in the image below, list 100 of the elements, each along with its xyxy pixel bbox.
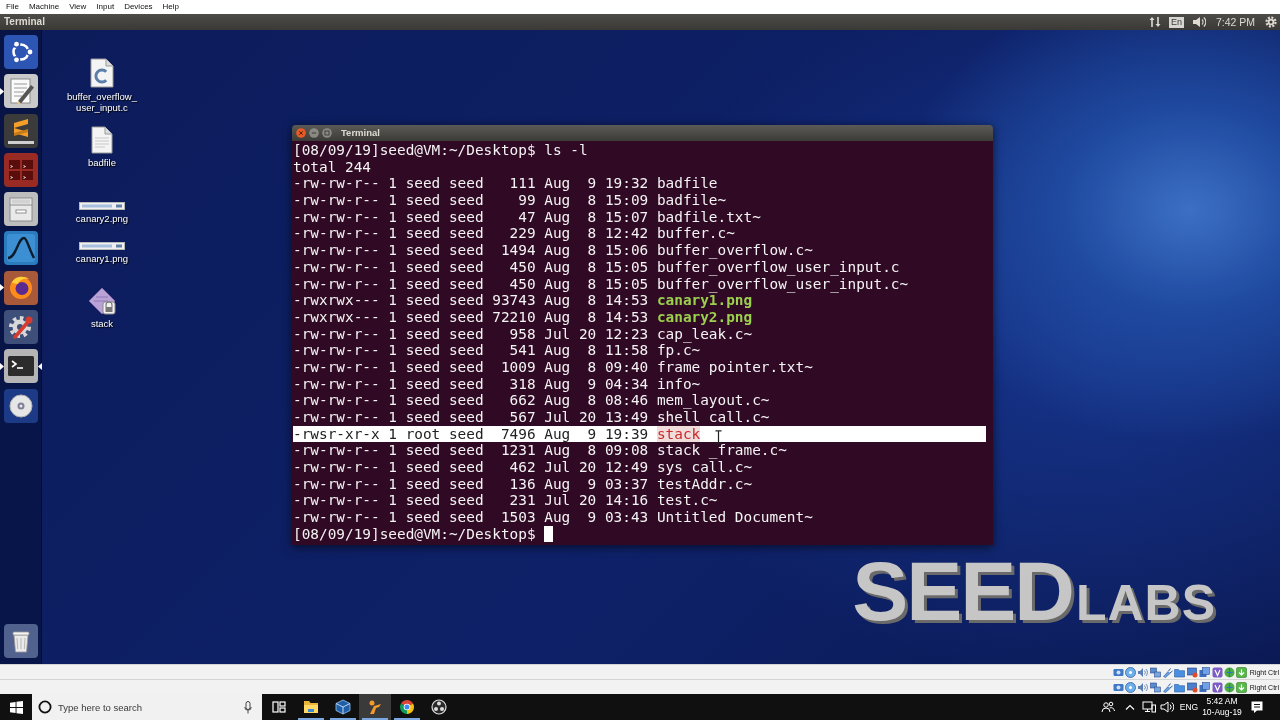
menu-item[interactable]: Help [162, 2, 180, 12]
notification-icon[interactable] [1250, 700, 1264, 714]
terminal-icon[interactable] [4, 349, 38, 384]
download-arrow-icon[interactable] [1236, 681, 1248, 693]
locked-file-icon[interactable] [88, 287, 116, 315]
terminal-output[interactable] [292, 141, 993, 545]
two-screens-icon[interactable] [1149, 681, 1161, 693]
microphone-icon[interactable] [244, 700, 252, 714]
optical-disc-icon[interactable] [1124, 681, 1136, 693]
slanted-plug-icon[interactable] [1162, 681, 1174, 693]
gear-icon[interactable] [1265, 16, 1277, 28]
file-label[interactable]: canary2.png [58, 212, 146, 224]
file-name: testAddr.c~ [656, 475, 753, 492]
optical-disc-icon[interactable] [1124, 666, 1136, 678]
aperture-icon [431, 699, 447, 715]
overlapping-windows-icon[interactable] [1199, 666, 1211, 678]
trash-icon[interactable] [4, 624, 38, 658]
clock-text[interactable]: 7:42 PM [1215, 16, 1255, 28]
image-thumbnail-icon[interactable] [79, 202, 125, 210]
overlapping-windows-icon[interactable] [1199, 681, 1211, 693]
file-details: -rwxrwx--- 1 seed seed 72210 Aug 8 14:53 [293, 308, 649, 325]
file-name: stack [656, 425, 701, 442]
file-details: -rw-rw-r-- 1 seed seed 1231 Aug 8 09:08 [293, 442, 649, 459]
volume-icon[interactable] [1160, 701, 1174, 713]
date-text[interactable]: 10-Aug-19 [1202, 707, 1242, 718]
monitor-record-icon[interactable] [1186, 666, 1198, 678]
globe-icon[interactable] [1224, 666, 1236, 678]
file-details: -rw-rw-r-- 1 seed seed 318 Aug 9 04:34 [293, 375, 649, 392]
file-details: -rw-rw-r-- 1 seed seed 1503 Aug 9 03:43 [293, 509, 649, 526]
circle-logo-icon[interactable] [4, 35, 38, 69]
file-label[interactable]: canary1.png [58, 252, 146, 264]
search-bar[interactable]: Type here to search [32, 694, 262, 720]
shark-fin-icon[interactable] [4, 231, 38, 266]
file-name: info~ [656, 375, 701, 392]
menu-item[interactable]: Input [96, 2, 115, 12]
maximize-icon[interactable] [322, 128, 332, 138]
flame-globe-icon[interactable] [4, 270, 38, 305]
file-details: -rw-rw-r-- 1 seed seed 541 Aug 8 11:58 [293, 342, 649, 359]
speaker-icon[interactable] [1137, 666, 1149, 678]
task-view-icon [271, 700, 286, 714]
window-grid-icon[interactable] [9, 700, 23, 714]
volume-icon[interactable] [1191, 16, 1206, 28]
menu-item[interactable]: View [69, 2, 87, 12]
logo-text: SEED [852, 546, 1073, 636]
network-arrows-icon[interactable] [1148, 16, 1161, 28]
file-name: buffer_overflow_user_input.c [656, 258, 900, 275]
search-field[interactable]: Type here to search [58, 700, 244, 714]
file-name: Untitled Document~ [656, 509, 813, 526]
close-icon[interactable] [296, 128, 306, 138]
chevron-up-icon[interactable] [1125, 704, 1135, 710]
image-thumbnail-icon[interactable] [79, 242, 125, 250]
file-details: -rw-rw-r-- 1 seed seed 662 Aug 8 08:46 [293, 392, 649, 409]
file-name: frame pointer.txt~ [656, 358, 813, 375]
v-badge-icon[interactable] [1211, 681, 1223, 693]
file-name: canary1.png [656, 292, 753, 309]
slanted-stripes-icon[interactable] [4, 113, 38, 148]
file-details: -rwsr-xr-x 1 root seed 7496 Aug 9 19:39 [293, 425, 649, 442]
file-details: -rw-rw-r-- 1 seed seed 958 Jul 20 12:23 [293, 325, 649, 342]
file-name: stack _frame.c~ [656, 442, 787, 459]
keyboard-layout-indicator[interactable]: En [1168, 16, 1184, 28]
monitor-network-icon[interactable] [1142, 701, 1156, 713]
minimize-icon[interactable] [309, 128, 319, 138]
notepad-pencil-icon[interactable] [4, 74, 38, 109]
file-label[interactable]: stack [58, 317, 146, 329]
file-name: buffer_overflow_user_input.c~ [656, 275, 909, 292]
file-details: -rw-rw-r-- 1 seed seed 462 Jul 20 12:49 [293, 459, 649, 476]
file-name: shell call.c~ [656, 409, 770, 425]
document-icon[interactable] [91, 126, 113, 154]
language-indicator[interactable]: ENG [1179, 701, 1199, 713]
file-label[interactable]: badfile [58, 156, 146, 168]
slanted-plug-icon[interactable] [1162, 666, 1174, 678]
monitor-record-icon[interactable] [1186, 681, 1198, 693]
code-file-icon[interactable] [90, 58, 114, 88]
menu-item[interactable]: Devices [124, 2, 153, 12]
file-details: -rw-rw-r-- 1 seed seed 450 Aug 8 15:05 [293, 258, 649, 275]
file-name: buffer.c~ [656, 225, 735, 242]
file-name: sys call.c~ [656, 459, 753, 476]
shared-folder-icon[interactable] [1174, 666, 1186, 678]
globe-icon[interactable] [1224, 681, 1236, 693]
file-name: badfile.txt~ [656, 208, 761, 225]
file-name: canary2.png [656, 308, 753, 325]
file-name: badfile [656, 175, 718, 192]
file-details: -rw-rw-r-- 1 seed seed 111 Aug 9 19:32 [293, 175, 649, 192]
gear-wrench-icon[interactable] [4, 310, 38, 345]
file-label[interactable]: buffer_overflow_user_input.c [58, 90, 146, 113]
people-icon[interactable] [1101, 700, 1115, 714]
window-titlebar[interactable]: Terminal [292, 125, 993, 141]
file-details: -rw-rw-r-- 1 seed seed 1009 Aug 8 09:40 [293, 358, 649, 375]
tricolor-circle-icon [399, 699, 415, 715]
file-cabinet-icon[interactable] [4, 192, 38, 227]
time-text[interactable]: 5:42 AM [1206, 696, 1238, 707]
v-badge-icon[interactable] [1211, 666, 1223, 678]
file-details: -rw-rw-r-- 1 seed seed 450 Aug 8 15:05 [293, 275, 649, 292]
download-arrow-icon[interactable] [1236, 666, 1248, 678]
cube-icon [335, 699, 351, 715]
menu-item[interactable]: File [6, 2, 19, 12]
two-screens-icon[interactable] [1149, 666, 1161, 678]
speaker-icon[interactable] [1137, 681, 1149, 693]
menu-item[interactable]: Machine [28, 2, 60, 12]
prompt-text: [08/09/19]seed@VM:~/Desktop$ [293, 525, 536, 542]
